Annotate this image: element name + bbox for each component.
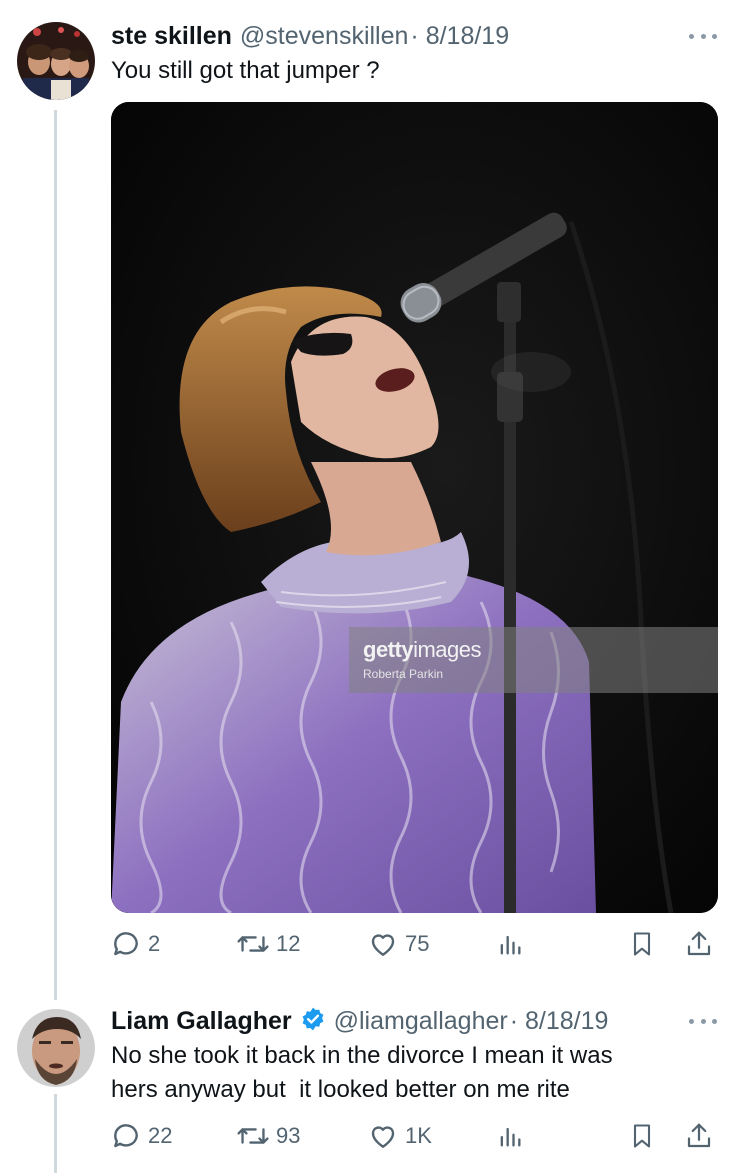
tweet-actions: 22 93 1K <box>110 1118 720 1154</box>
thread-line <box>54 110 57 1000</box>
display-name[interactable]: ste skillen <box>111 22 232 51</box>
share-icon <box>687 1123 711 1148</box>
getty-watermark: gettyimages Roberta Parkin <box>349 627 718 693</box>
retweet-icon <box>237 936 269 952</box>
timestamp[interactable]: · 8/18/19 <box>510 1007 609 1036</box>
tweet-text: You still got that jumper ? <box>111 57 380 84</box>
tweet-media-photo[interactable]: gettyimages Roberta Parkin <box>111 102 718 913</box>
share-icon <box>687 931 711 956</box>
reply-button[interactable]: 2 <box>110 926 160 962</box>
like-count: 75 <box>405 931 430 956</box>
retweet-count: 93 <box>276 1123 301 1148</box>
handle[interactable]: @liamgallagher <box>334 1007 508 1036</box>
reply-count: 22 <box>148 1123 173 1148</box>
like-button[interactable]: 75 <box>367 926 429 962</box>
handle[interactable]: @stevenskillen <box>240 22 409 51</box>
like-icon <box>371 934 395 956</box>
views-button[interactable] <box>496 926 524 962</box>
retweet-count: 12 <box>276 931 301 956</box>
retweet-button[interactable]: 12 <box>236 926 300 962</box>
watermark-logo: gettyimages <box>363 637 481 663</box>
like-icon <box>371 1126 395 1148</box>
views-icon <box>500 1127 521 1147</box>
more-icon[interactable] <box>689 1019 717 1027</box>
tweet-text-line-2: hers anyway but it looked better on me r… <box>111 1076 570 1103</box>
watermark-brand-light: images <box>413 637 481 662</box>
share-button[interactable] <box>684 1118 714 1154</box>
bookmark-icon <box>633 932 651 956</box>
retweet-button[interactable]: 93 <box>236 1118 300 1154</box>
like-count: 1K <box>405 1123 432 1148</box>
concert-photo <box>111 102 718 913</box>
tweet-original[interactable]: ste skillen @stevenskillen · 8/18/19 You… <box>0 0 736 1000</box>
reply-icon <box>114 1124 138 1148</box>
verified-badge-icon <box>300 1006 326 1037</box>
reply-icon <box>114 932 138 956</box>
tweet-reply[interactable]: Liam Gallagher @liamgallagher · 8/18/19 … <box>0 990 736 1173</box>
more-icon[interactable] <box>689 34 717 42</box>
avatar-ste-skillen[interactable] <box>17 22 95 100</box>
tweet-actions: 2 12 75 <box>110 926 720 962</box>
tweet-header: ste skillen @stevenskillen · 8/18/19 <box>111 20 517 52</box>
reply-button[interactable]: 22 <box>110 1118 172 1154</box>
avatar-image <box>17 22 95 100</box>
bookmark-button[interactable] <box>628 1118 656 1154</box>
tweet-header: Liam Gallagher @liamgallagher · 8/18/19 <box>111 1005 616 1037</box>
tweet-text: No she took it back in the divorce I mea… <box>111 1039 613 1107</box>
share-button[interactable] <box>684 926 714 962</box>
like-button[interactable]: 1K <box>367 1118 432 1154</box>
tweet-text-line-1: No she took it back in the divorce I mea… <box>111 1042 613 1069</box>
avatar-liam-gallagher[interactable] <box>17 1009 95 1087</box>
watermark-credit: Roberta Parkin <box>363 667 444 681</box>
timestamp[interactable]: · 8/18/19 <box>410 22 509 51</box>
views-icon <box>500 935 521 955</box>
display-name[interactable]: Liam Gallagher <box>111 1007 292 1036</box>
reply-count: 2 <box>148 931 161 956</box>
views-button[interactable] <box>496 1118 524 1154</box>
avatar-image <box>17 1009 95 1087</box>
watermark-brand-bold: getty <box>363 637 414 662</box>
retweet-icon <box>237 1128 269 1144</box>
bookmark-icon <box>633 1124 651 1148</box>
thread-line-continuation <box>54 1094 57 1173</box>
bookmark-button[interactable] <box>628 926 656 962</box>
